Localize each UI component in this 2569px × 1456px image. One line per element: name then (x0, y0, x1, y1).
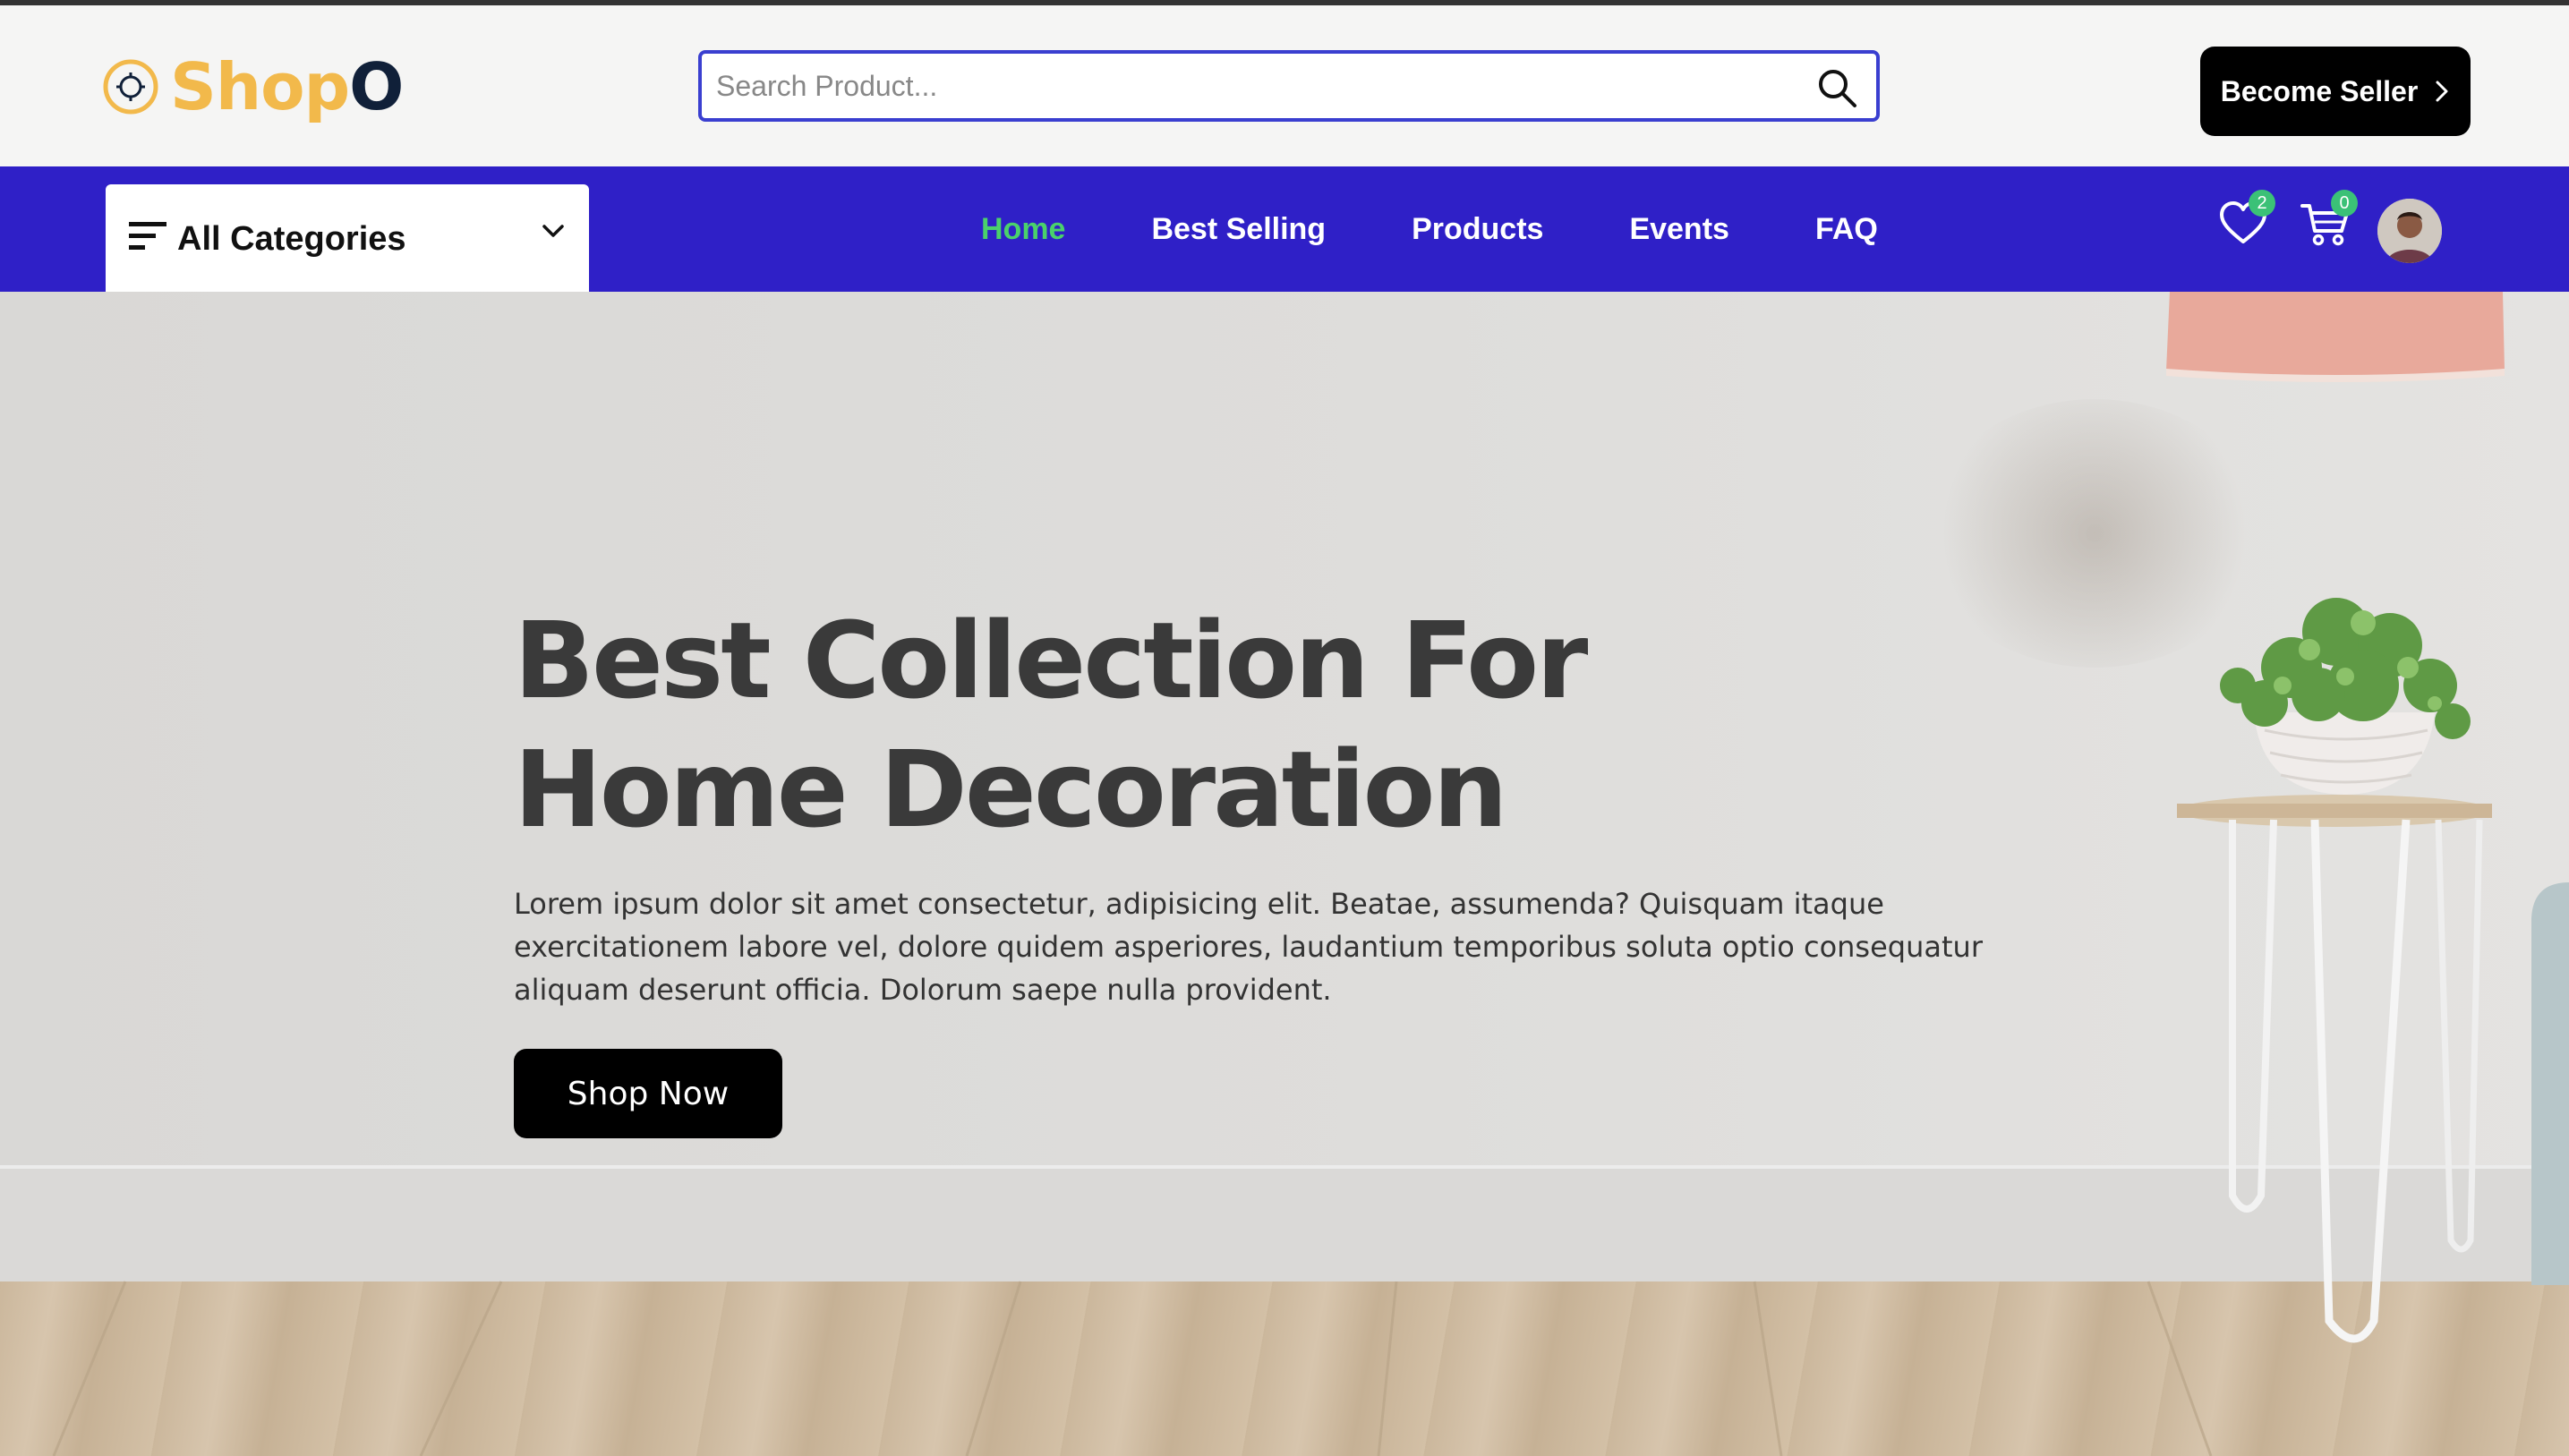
avatar[interactable] (2377, 199, 2442, 263)
target-icon (103, 59, 158, 115)
logo-text: ShopO (170, 49, 404, 124)
chevron-down-icon[interactable] (541, 218, 566, 243)
search-bar (698, 50, 1880, 122)
shop-now-button[interactable]: Shop Now (514, 1049, 782, 1138)
hero-title: Best Collection For Home Decoration (514, 596, 1588, 854)
become-seller-label: Become Seller (2220, 74, 2419, 107)
cart-count-badge: 0 (2331, 190, 2358, 217)
hero-title-line-1: Best Collection For (514, 599, 1588, 722)
become-seller-button[interactable]: Become Seller (2200, 47, 2471, 136)
wishlist-count-badge: 2 (2249, 190, 2275, 217)
wishlist-button[interactable]: 2 (2218, 190, 2275, 252)
nav-link-best-selling[interactable]: Best Selling (1151, 212, 1326, 247)
all-categories-label: All Categories (177, 220, 406, 258)
all-categories-dropdown[interactable]: All Categories (106, 184, 589, 292)
logo[interactable]: ShopO (102, 47, 404, 127)
nav-link-products[interactable]: Products (1412, 212, 1543, 247)
hero-banner: Best Collection For Home Decoration Lore… (0, 292, 2569, 1456)
cart-button[interactable]: 0 (2300, 190, 2358, 252)
site-header: ShopO Become Seller (0, 5, 2569, 166)
nav-link-faq[interactable]: FAQ (1815, 212, 1878, 247)
chevron-right-icon (2436, 81, 2448, 102)
hero-decor-illustration (52, 292, 2569, 1456)
nav-link-events[interactable]: Events (1629, 212, 1729, 247)
nav-links: Home Best Selling Products Events FAQ (981, 166, 1964, 292)
profile-photo (2377, 199, 2442, 263)
hero-description: Lorem ipsum dolor sit amet consectetur, … (514, 887, 1983, 1007)
main-navbar: All Categories Home Best Selling Product… (0, 166, 2569, 292)
search-icon[interactable] (1815, 66, 1858, 109)
menu-icon (129, 222, 166, 250)
hero-title-line-2: Home Decoration (514, 728, 1508, 851)
search-input[interactable] (716, 54, 1772, 118)
nav-link-home[interactable]: Home (981, 212, 1065, 247)
